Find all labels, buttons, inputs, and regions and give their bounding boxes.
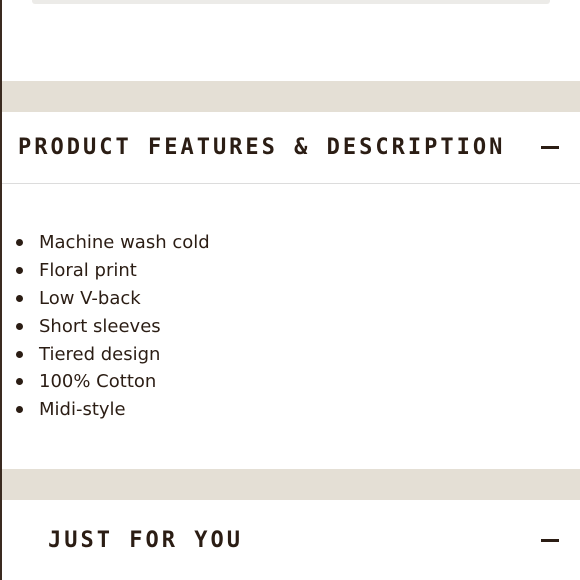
features-list: Machine wash cold Floral print Low V-bac… (16, 229, 210, 424)
bullet-icon (16, 350, 23, 358)
bullet-icon (16, 294, 23, 302)
just-for-you-header[interactable]: JUST FOR YOU (2, 500, 580, 580)
bullet-icon (16, 378, 23, 386)
bullet-icon (16, 322, 23, 330)
minus-icon[interactable] (540, 530, 560, 550)
section-separator (2, 81, 580, 112)
list-item: Midi-style (16, 396, 210, 424)
bullet-icon (16, 239, 23, 247)
list-item: Floral print (16, 257, 210, 285)
list-item: Short sleeves (16, 312, 210, 340)
list-item: 100% Cotton (16, 368, 210, 396)
minus-icon[interactable] (540, 138, 560, 158)
list-item: Low V-back (16, 285, 210, 313)
section-separator (2, 469, 580, 500)
list-item-text: Machine wash cold (39, 232, 210, 254)
list-item-text: Low V-back (39, 287, 141, 309)
list-item-text: Midi-style (39, 399, 126, 421)
list-item-text: Floral print (39, 260, 137, 282)
bullet-icon (16, 406, 23, 414)
previous-card-edge (32, 0, 550, 4)
product-features-header[interactable]: PRODUCT FEATURES & DESCRIPTION (2, 112, 580, 184)
bullet-icon (16, 267, 23, 275)
list-item-text: 100% Cotton (39, 371, 157, 393)
product-features-title: PRODUCT FEATURES & DESCRIPTION (18, 135, 506, 160)
list-item-text: Tiered design (39, 343, 161, 365)
just-for-you-title: JUST FOR YOU (48, 527, 243, 553)
list-item-text: Short sleeves (39, 315, 161, 337)
list-item: Tiered design (16, 340, 210, 368)
list-item: Machine wash cold (16, 229, 210, 257)
